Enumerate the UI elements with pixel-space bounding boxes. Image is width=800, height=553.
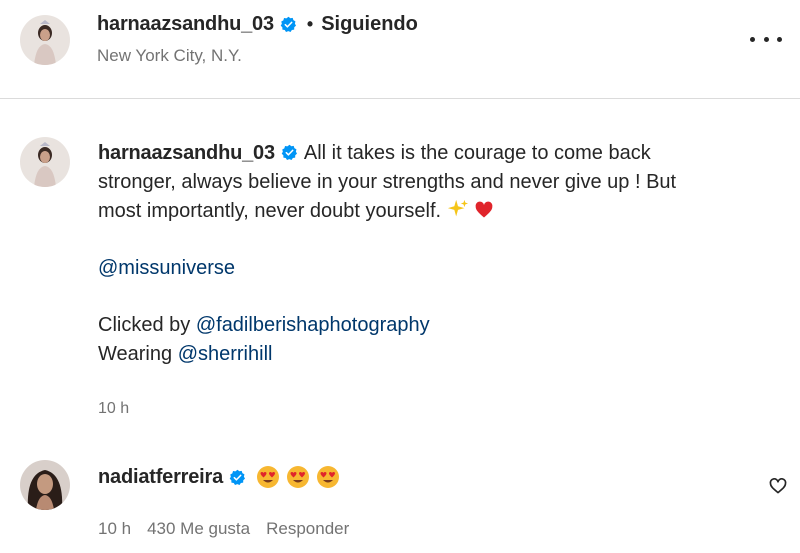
verified-badge-icon — [281, 144, 298, 161]
caption-username[interactable]: harnaazsandhu_03 — [98, 142, 275, 164]
post-caption: harnaazsandhu_03 All it takes is the cour… — [98, 139, 778, 369]
heart-eyes-face-icon — [317, 466, 340, 488]
wearing-label: Wearing — [98, 343, 173, 365]
header-user-row: harnaazsandhu_03 • Siguiendo — [97, 11, 418, 37]
verified-badge-icon — [229, 469, 246, 486]
sparkles-icon — [447, 198, 469, 220]
red-heart-icon — [474, 200, 494, 220]
caption-text-line: most importantly, never doubt yourself. — [98, 200, 442, 222]
separator-dot: • — [306, 13, 314, 34]
commenter-avatar[interactable] — [20, 460, 70, 510]
instagram-post-comments: harnaazsandhu_03 • Siguiendo New York Ci… — [0, 0, 800, 553]
comment-row: nadiatferreira — [98, 462, 346, 492]
header-username[interactable]: harnaazsandhu_03 — [97, 13, 274, 36]
mention-designer[interactable]: @sherrihill — [178, 343, 273, 365]
comment-username[interactable]: nadiatferreira — [98, 466, 223, 489]
caption-line-3: most importantly, never doubt yourself. — [98, 197, 778, 226]
caption-text-line: stronger, always believe in your strengt… — [98, 171, 677, 193]
reply-button[interactable]: Responder — [266, 519, 349, 539]
mention-missuniverse[interactable]: @missuniverse — [98, 257, 235, 279]
author-avatar[interactable] — [20, 15, 70, 65]
heart-eyes-face-icon — [287, 466, 310, 488]
clicked-by-line: Clicked by @fadilberishaphotography — [98, 311, 778, 340]
post-location[interactable]: New York City, N.Y. — [97, 46, 242, 66]
mention-photographer[interactable]: @fadilberishaphotography — [196, 314, 430, 336]
caption-timestamp[interactable]: 10 h — [98, 400, 129, 418]
comment-timestamp[interactable]: 10 h — [98, 519, 131, 539]
caption-author-avatar[interactable] — [20, 137, 70, 187]
comment-meta: 10 h 430 Me gusta Responder — [98, 519, 365, 539]
comment-likes-count[interactable]: 430 Me gusta — [147, 519, 250, 539]
clicked-by-label: Clicked by — [98, 314, 191, 336]
more-options-icon[interactable] — [750, 28, 782, 50]
comment-emojis — [256, 465, 346, 489]
caption-text-line: All it takes is the courage to come back — [303, 142, 651, 164]
post-header: harnaazsandhu_03 • Siguiendo New York Ci… — [0, 0, 800, 99]
wearing-line: Wearing @sherrihill — [98, 340, 778, 369]
following-button[interactable]: Siguiendo — [321, 13, 418, 36]
caption-line-1: harnaazsandhu_03 All it takes is the cour… — [98, 139, 778, 168]
like-comment-icon[interactable] — [768, 476, 788, 496]
verified-badge-icon — [280, 16, 297, 33]
heart-eyes-face-icon — [257, 466, 280, 488]
